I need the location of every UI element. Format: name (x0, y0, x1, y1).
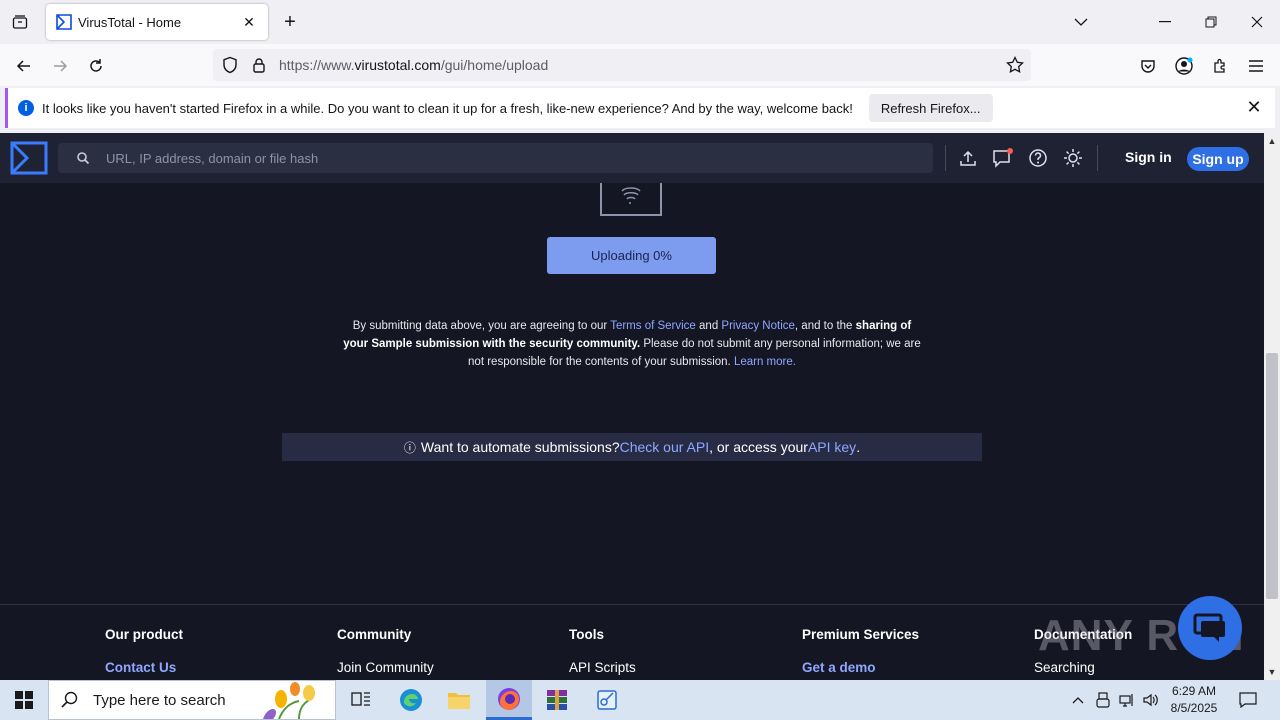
system-clock[interactable]: 6:29 AM 8/5/2025 (1162, 683, 1226, 717)
page-scrollbar[interactable]: ▲ ▼ (1264, 133, 1280, 680)
close-tab-icon[interactable]: ✕ (240, 13, 258, 31)
searching-link[interactable]: Searching (1034, 660, 1132, 675)
restore-window-icon[interactable] (1188, 0, 1234, 44)
scroll-up-arrow-icon[interactable]: ▲ (1264, 133, 1280, 149)
url-text[interactable]: https://www.virustotal.com/gui/home/uplo… (279, 57, 1005, 73)
contact-us-link[interactable]: Contact Us (105, 660, 183, 675)
extensions-icon[interactable] (1206, 52, 1234, 80)
terms-of-service-link[interactable]: Terms of Service (610, 320, 696, 332)
notification-message: It looks like you haven't started Firefo… (42, 100, 853, 116)
theme-toggle-sun-icon[interactable] (1062, 147, 1084, 169)
snipping-tool-icon[interactable] (584, 680, 630, 720)
header-divider (945, 145, 946, 171)
forward-arrow-icon[interactable] (46, 52, 74, 80)
usb-device-icon[interactable] (1092, 680, 1114, 720)
chat-notification-icon[interactable] (992, 147, 1014, 169)
footer-heading: Our product (105, 627, 183, 642)
close-window-icon[interactable] (1234, 0, 1280, 44)
clock-date: 8/5/2025 (1170, 701, 1218, 715)
pocket-icon[interactable] (1134, 52, 1162, 80)
virustotal-favicon-icon (56, 14, 72, 30)
footer-column-our-product: Our product Contact Us (105, 627, 183, 675)
new-tab-button[interactable]: + (280, 10, 300, 34)
back-arrow-icon[interactable] (10, 52, 38, 80)
firefox-refresh-notification: i It looks like you haven't started Fire… (5, 88, 1275, 128)
windows-taskbar: Type here to search 6:29 AM 8/5/2025 (0, 680, 1280, 720)
show-hidden-icons-chevron-icon[interactable] (1068, 680, 1088, 720)
footer-heading: Tools (569, 627, 604, 642)
taskbar-search-placeholder: Type here to search (93, 691, 226, 709)
footer-heading: Community (337, 627, 412, 642)
learn-more-link[interactable]: Learn more. (734, 356, 796, 368)
info-icon: i (18, 100, 34, 116)
tab-title: VirusTotal - Home (78, 14, 182, 30)
tracking-protection-shield-icon[interactable] (221, 56, 239, 74)
refresh-firefox-button[interactable]: Refresh Firefox... (868, 94, 993, 122)
volume-speaker-icon[interactable] (1140, 680, 1162, 720)
scrollbar-thumb[interactable] (1266, 353, 1278, 599)
footer-column-premium-services: Premium Services Get a demo (802, 627, 919, 675)
vt-search-bar[interactable]: URL, IP address, domain or file hash (58, 143, 933, 173)
task-view-icon[interactable] (338, 680, 384, 720)
search-icon (61, 691, 78, 708)
close-notification-icon[interactable]: ✕ (1245, 97, 1263, 117)
privacy-notice-link[interactable]: Privacy Notice (721, 320, 795, 332)
firefox-icon[interactable] (486, 680, 532, 720)
winrar-icon[interactable] (534, 680, 580, 720)
chat-support-button[interactable] (1178, 596, 1242, 660)
tab-virustotal[interactable]: VirusTotal - Home ✕ (46, 4, 268, 40)
footer-column-tools: Tools API Scripts (569, 627, 636, 675)
terms-notice: By submitting data above, you are agreei… (343, 320, 921, 368)
get-a-demo-link[interactable]: Get a demo (802, 660, 919, 675)
footer-column-community: Community Join Community (337, 627, 434, 675)
info-circle-icon: ⓘ (403, 440, 416, 455)
upload-icon[interactable] (957, 147, 979, 169)
scroll-down-arrow-icon[interactable]: ▼ (1264, 664, 1280, 680)
uploading-progress-button: Uploading 0% (547, 237, 716, 274)
account-icon[interactable] (1170, 52, 1198, 80)
search-icon (77, 152, 90, 165)
chat-bubble-icon (1193, 613, 1225, 642)
windows-start-icon[interactable] (0, 680, 48, 720)
minimize-window-icon[interactable] (1142, 0, 1188, 44)
search-placeholder: URL, IP address, domain or file hash (106, 150, 319, 166)
clock-time: 6:29 AM (1171, 684, 1217, 698)
bookmark-star-icon[interactable] (1005, 55, 1025, 75)
network-icon[interactable] (1116, 680, 1138, 720)
action-center-notification-icon[interactable] (1236, 680, 1260, 720)
fingerprint-icon (600, 183, 662, 216)
tulip-flowers-icon (263, 682, 315, 719)
footer-heading: Premium Services (802, 627, 920, 642)
join-community-link[interactable]: Join Community (337, 660, 434, 675)
api-scripts-link[interactable]: API Scripts (569, 660, 636, 675)
sign-up-button[interactable]: Sign up (1187, 147, 1249, 171)
api-automation-banner: ⓘ Want to automate submissions? Check ou… (282, 433, 982, 461)
file-explorer-icon[interactable] (436, 680, 482, 720)
sign-in-link[interactable]: Sign in (1125, 149, 1172, 165)
tab-list-icon[interactable] (8, 10, 32, 34)
virustotal-logo-icon[interactable] (10, 141, 48, 175)
edge-browser-icon[interactable] (388, 680, 434, 720)
taskbar-search-box[interactable]: Type here to search (48, 680, 336, 720)
help-icon[interactable] (1027, 147, 1049, 169)
navigation-bar: https://www.virustotal.com/gui/home/uplo… (0, 44, 1280, 86)
tab-strip: VirusTotal - Home ✕ + (0, 0, 1280, 44)
reload-icon[interactable] (82, 52, 110, 80)
vt-header: URL, IP address, domain or file hash Sig… (0, 133, 1264, 183)
hamburger-menu-icon[interactable] (1242, 52, 1270, 80)
lock-icon[interactable] (251, 57, 267, 73)
list-all-tabs-icon[interactable] (1058, 0, 1104, 44)
header-divider (1097, 145, 1098, 171)
api-key-link[interactable]: API key (808, 439, 856, 455)
virustotal-page: URL, IP address, domain or file hash Sig… (0, 133, 1264, 680)
address-bar[interactable]: https://www.virustotal.com/gui/home/uplo… (213, 49, 1031, 81)
check-api-link[interactable]: Check our API (620, 439, 710, 455)
